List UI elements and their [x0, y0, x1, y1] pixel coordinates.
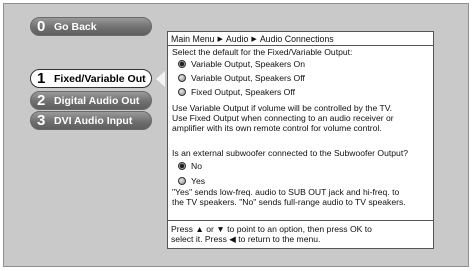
breadcrumb-item: Audio Connections: [259, 33, 334, 44]
subwoofer-note: the TV speakers. "No" sends full-range a…: [172, 197, 406, 207]
subwoofer-note: "Yes" sends low-freq. audio to SUB OUT j…: [172, 187, 400, 197]
option-variable-speakers-off[interactable]: Variable Output, Speakers Off: [178, 73, 305, 83]
breadcrumb-item[interactable]: Main Menu: [171, 34, 215, 44]
subwoofer-option-yes[interactable]: Yes: [178, 176, 205, 186]
subwoofer-question: Is an external subwoofer connected to th…: [172, 148, 409, 158]
menu-item-number: 1: [37, 70, 46, 87]
menu-item-dvi-audio-input[interactable]: 3 DVI Audio Input: [30, 111, 152, 130]
radio-selected-icon: [178, 60, 186, 68]
output-prompt: Select the default for the Fixed/Variabl…: [172, 47, 353, 57]
option-label: Variable Output, Speakers On: [191, 59, 306, 69]
radio-icon: [178, 74, 186, 82]
option-fixed-speakers-off[interactable]: Fixed Output, Speakers Off: [178, 87, 295, 97]
radio-selected-icon: [178, 162, 186, 170]
option-variable-speakers-on[interactable]: Variable Output, Speakers On: [178, 59, 305, 69]
option-label: Fixed Output, Speakers Off: [191, 87, 295, 97]
help-text: Press ▲ or ▼ to point to an option, then…: [171, 224, 372, 234]
menu-item-number: 3: [37, 112, 46, 129]
help-text: select it. Press ◀ to return to the menu…: [171, 234, 321, 244]
tv-menu-screen: 0 Go Back 1 Fixed/Variable Out 2 Digital…: [3, 3, 469, 267]
option-label: Variable Output, Speakers Off: [191, 73, 305, 83]
menu-item-number: 2: [37, 92, 46, 109]
subwoofer-option-no[interactable]: No: [178, 161, 202, 171]
breadcrumb: Main Menu ▶ Audio ▶ Audio Connections: [168, 32, 433, 46]
menu-item-label: Fixed/Variable Out: [54, 72, 146, 85]
menu-item-fixed-variable-out[interactable]: 1 Fixed/Variable Out: [30, 69, 152, 88]
menu-item-digital-audio-out[interactable]: 2 Digital Audio Out: [30, 91, 152, 110]
radio-icon: [178, 88, 186, 96]
menu-item-go-back[interactable]: 0 Go Back: [30, 17, 152, 36]
breadcrumb-separator-icon: ▶: [251, 35, 257, 43]
info-text: Use Fixed Output when connecting to an a…: [172, 113, 394, 123]
info-text: amplifier with its own remote control fo…: [172, 123, 382, 133]
help-footer: Press ▲ or ▼ to point to an option, then…: [168, 220, 433, 248]
option-label: No: [191, 161, 202, 171]
audio-connections-panel: Main Menu ▶ Audio ▶ Audio Connections Se…: [167, 31, 434, 249]
breadcrumb-item[interactable]: Audio: [226, 34, 249, 44]
radio-icon: [178, 177, 186, 185]
selection-pointer-icon: [156, 71, 165, 87]
menu-item-number: 0: [37, 18, 46, 35]
menu-item-label: DVI Audio Input: [54, 114, 133, 127]
option-label: Yes: [191, 176, 206, 186]
menu-item-label: Go Back: [54, 20, 97, 33]
menu-item-label: Digital Audio Out: [54, 94, 140, 107]
breadcrumb-separator-icon: ▶: [217, 35, 223, 43]
info-text: Use Variable Output if volume will be co…: [172, 103, 393, 113]
